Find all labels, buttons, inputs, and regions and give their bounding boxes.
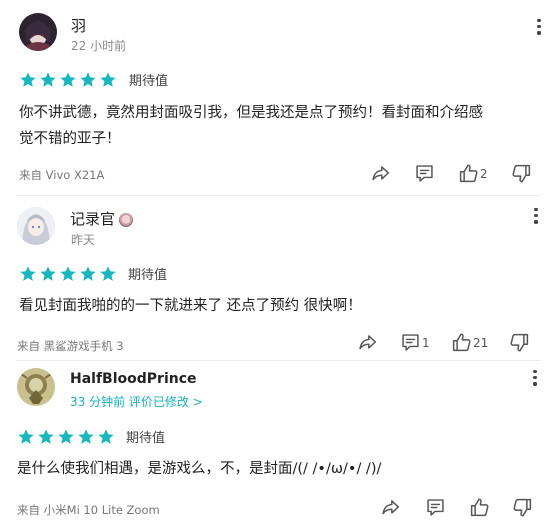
more-vertical-icon[interactable] [536,19,542,37]
device-label: 来自 小米Mi 10 Lite Zoom [17,503,160,517]
star-icon [59,265,77,283]
star-icon [99,265,117,283]
share-icon [370,163,391,184]
comment-icon [414,163,435,184]
dislike-button[interactable] [509,332,530,354]
star-icon [79,71,97,89]
device-label: 来自 Vivo X21A [19,168,105,182]
review-time: 昨天 [71,233,96,247]
share-button[interactable] [380,497,401,519]
avatar[interactable] [19,13,57,51]
comment-count: 1 [422,335,430,350]
share-icon [357,332,378,353]
review-content-line: 看见封面我啪的的一下就进来了 还点了预约 很快啊！ [19,298,362,314]
review-content-line: 你不讲武德，竟然用封面吸引我，但是我还是点了预约！看封面和介绍感 [19,105,483,121]
thumb-down-icon [509,332,530,353]
star-icon [37,428,55,446]
star-icon [97,428,115,446]
thumb-up-icon [469,497,490,518]
star-icon [39,265,57,283]
username[interactable]: 羽 [71,15,86,36]
star-icon [79,265,97,283]
review-time: 22 小时前 [71,39,127,53]
review-card: 羽 22 小时前 期待值 你不讲武德，竟然用封面吸引我，但是我还是点了预约！看封… [0,0,557,195]
dislike-button[interactable] [512,497,533,519]
share-button[interactable] [357,332,378,354]
star-icon [19,265,37,283]
username-text: 记录官 [70,210,116,228]
star-icon [17,428,35,446]
username[interactable]: HalfBloodPrince [70,371,197,387]
dislike-button[interactable] [511,163,532,185]
star-icon [99,71,117,89]
avatar-image-icon [17,207,55,245]
review-content-line: 觉不错的亚子！ [19,131,121,147]
share-button[interactable] [370,163,391,185]
rating-stars [19,263,119,281]
review-time[interactable]: 33 分钟前 评价已修改 > [70,393,203,410]
like-button[interactable]: 2 [458,163,488,185]
comment-button[interactable]: 1 [400,332,430,354]
like-button[interactable]: 21 [451,332,488,354]
rating-stars [17,426,117,444]
avatar[interactable] [17,207,55,245]
star-icon [19,71,37,89]
star-icon [39,71,57,89]
rating-label: 期待值 [126,431,166,446]
comment-button[interactable] [425,497,447,519]
review-content: 看见封面我啪的的一下就进来了 还点了预约 很快啊！ [19,293,539,319]
comment-icon [425,497,446,518]
more-vertical-icon[interactable] [533,208,539,226]
username[interactable]: 记录官 [70,208,134,229]
rating-label: 期待值 [129,74,169,89]
more-vertical-icon[interactable] [532,370,538,388]
thumb-up-icon [458,163,479,184]
review-content: 是什么使我们相遇，是游戏么，不，是封面/(/ /•/ω/•/ /)/ [17,456,537,482]
star-icon [57,428,75,446]
rating-label: 期待值 [128,268,168,283]
review-content-line: 是什么使我们相遇，是游戏么，不，是封面/(/ /•/ω/•/ /)/ [17,461,382,477]
comment-icon [400,332,421,353]
thumb-down-icon [512,497,533,518]
thumb-down-icon [511,163,532,184]
rating-stars [19,69,119,87]
device-label: 来自 黑鲨游戏手机 3 [17,339,124,353]
review-card: 记录官 昨天 期待值 看见封面我啪的的一下就进来了 还点了预约 很快啊！ 来自 … [0,196,557,360]
star-icon [77,428,95,446]
thumb-up-icon [451,332,472,353]
user-badge-icon [119,212,134,227]
like-count: 21 [473,335,489,350]
comment-button[interactable] [414,163,436,185]
share-icon [380,497,401,518]
review-card: HalfBloodPrince 33 分钟前 评价已修改 > 期待值 是什么使我… [0,361,557,527]
avatar[interactable] [17,368,55,406]
like-count: 2 [480,166,488,181]
review-content: 你不讲武德，竟然用封面吸引我，但是我还是点了预约！看封面和介绍感 觉不错的亚子！ [19,100,539,152]
avatar-image-icon [19,13,57,51]
like-button[interactable] [469,497,491,519]
star-icon [59,71,77,89]
avatar-image-icon [17,368,55,406]
